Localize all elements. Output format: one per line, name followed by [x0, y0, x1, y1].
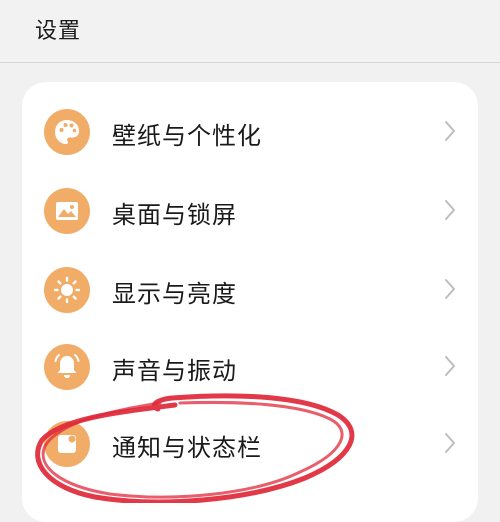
settings-item-label: 通知与状态栏 — [112, 434, 262, 462]
settings-card: 壁纸与个性化 桌面与锁屏 显示与亮度 声音与振动 通知与状态栏 — [22, 82, 478, 522]
settings-item-label: 显示与亮度 — [112, 280, 237, 308]
settings-item-label: 桌面与锁屏 — [112, 201, 237, 229]
chevron-right-icon — [445, 200, 455, 220]
settings-item-sound-vibration[interactable]: 声音与振动 — [22, 327, 478, 405]
sun-icon — [44, 267, 90, 313]
chevron-right-icon — [445, 121, 455, 141]
image-icon — [44, 188, 90, 234]
settings-item-label: 壁纸与个性化 — [112, 122, 262, 150]
chevron-right-icon — [445, 279, 455, 299]
settings-item-notification-statusbar[interactable]: 通知与状态栏 — [22, 404, 478, 482]
settings-item-label: 声音与振动 — [112, 357, 237, 385]
bell-icon — [44, 344, 90, 390]
settings-item-wallpaper[interactable]: 壁纸与个性化 — [22, 92, 478, 170]
chevron-right-icon — [445, 433, 455, 453]
page-title: 设置 — [35, 19, 82, 44]
settings-item-desktop-lockscreen[interactable]: 桌面与锁屏 — [22, 171, 478, 249]
chevron-right-icon — [445, 356, 455, 376]
notification-icon — [44, 421, 90, 467]
palette-icon — [44, 109, 90, 155]
settings-item-display-brightness[interactable]: 显示与亮度 — [22, 250, 478, 328]
header: 设置 — [0, 0, 500, 63]
